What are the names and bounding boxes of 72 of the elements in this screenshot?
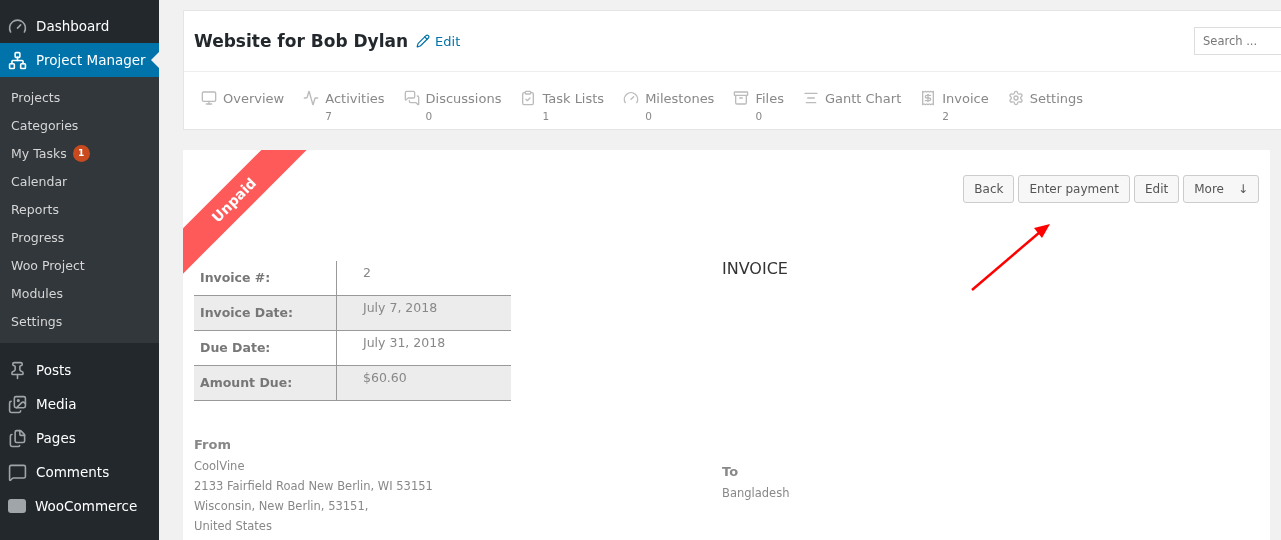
table-cell: Amount Due: xyxy=(194,366,337,400)
tab-count: 2 xyxy=(941,110,950,123)
submenu-item[interactable]: Reports xyxy=(0,195,159,223)
submenu-item[interactable]: My Tasks 1 xyxy=(0,139,159,167)
table-cell-text: $60.60 xyxy=(362,369,408,387)
table-cell: Due Date: xyxy=(194,331,337,365)
menu-icon xyxy=(8,394,27,414)
sidebar-item[interactable]: Pages xyxy=(0,421,159,455)
project-tab[interactable]: Task Lists 1 xyxy=(520,90,605,123)
table-cell-text: 2 xyxy=(362,264,372,282)
tab-icon xyxy=(623,90,640,106)
action-button[interactable]: Enter payment xyxy=(1018,175,1130,203)
current-pointer xyxy=(151,52,159,68)
table-cell: Invoice Date: xyxy=(194,296,337,330)
submenu-item[interactable]: Settings xyxy=(0,307,159,335)
project-tab[interactable]: Activities 7 xyxy=(303,90,385,123)
menu-icon xyxy=(8,50,27,70)
tab-count: 7 xyxy=(324,110,333,123)
project-tab[interactable]: Overview xyxy=(201,90,285,123)
tab-icon xyxy=(303,90,320,106)
submenu-item[interactable]: Calendar xyxy=(0,167,159,195)
menu-icon xyxy=(8,462,27,482)
tab-count: 1 xyxy=(541,110,551,123)
submenu-item[interactable]: Categories xyxy=(0,111,159,139)
menu-icon xyxy=(8,16,27,36)
action-button[interactable]: Edit xyxy=(1133,175,1180,203)
sidebar-item[interactable]: Media xyxy=(0,387,159,421)
tab-icon xyxy=(201,90,217,106)
sidebar-item[interactable]: Posts xyxy=(0,353,159,387)
submenu-item[interactable]: Modules xyxy=(0,279,159,307)
menu-icon xyxy=(8,360,27,380)
address-line: United States xyxy=(194,518,273,535)
project-tab[interactable]: Discussions 0 xyxy=(403,90,502,123)
to-heading: To xyxy=(722,464,740,479)
tab-icon xyxy=(802,90,819,106)
address-line: Wisconsin, New Berlin, 53151, xyxy=(194,498,370,515)
tab-count: 0 xyxy=(424,110,434,123)
submenu-item[interactable]: Progress xyxy=(0,223,159,251)
from-heading: From xyxy=(194,437,232,452)
project-tab[interactable]: Gantt Chart xyxy=(802,90,902,123)
sidebar-item[interactable]: WooCommerce xyxy=(0,489,159,523)
project-tab[interactable]: Invoice 2 xyxy=(920,90,989,123)
tab-count: 0 xyxy=(644,110,653,123)
submenu-item[interactable]: Woo Project xyxy=(0,251,159,279)
table-cell-text: July 7, 2018 xyxy=(361,299,439,317)
action-button[interactable]: More ↓ xyxy=(1183,175,1259,203)
menu-icon xyxy=(8,428,27,448)
search-field[interactable]: Search ... xyxy=(1194,27,1281,55)
tab-icon xyxy=(733,90,750,106)
project-title: Website for Bob Dylan xyxy=(194,31,409,51)
address-line: CoolVine xyxy=(194,458,246,475)
project-tab[interactable]: Files 0 xyxy=(733,90,784,123)
tab-icon xyxy=(920,90,937,106)
sidebar-item[interactable]: Dashboard xyxy=(0,9,159,43)
table-cell-text: July 31, 2018 xyxy=(361,334,447,352)
table-cell: Invoice #: xyxy=(194,261,337,295)
tab-icon xyxy=(1007,90,1024,106)
edit-link[interactable]: Edit xyxy=(416,33,461,49)
project-tab[interactable]: Settings xyxy=(1007,90,1084,123)
invoice-heading: INVOICE xyxy=(722,259,789,278)
project-tab[interactable]: Milestones 0 xyxy=(623,90,715,123)
submenu-item[interactable]: Projects xyxy=(0,83,159,111)
sidebar-item[interactable]: Comments xyxy=(0,455,159,489)
tab-icon xyxy=(520,90,537,106)
tab-count: 0 xyxy=(754,110,764,123)
action-button[interactable]: Back xyxy=(963,175,1015,203)
pencil-icon xyxy=(416,34,431,48)
count-badge: 1 xyxy=(72,144,90,162)
tab-icon xyxy=(403,90,420,106)
address-line: 2133 Fairfield Road New Berlin, WI 53151 xyxy=(194,478,434,495)
address-line: Bangladesh xyxy=(722,485,791,502)
sidebar-item[interactable]: Project Manager xyxy=(0,43,159,77)
